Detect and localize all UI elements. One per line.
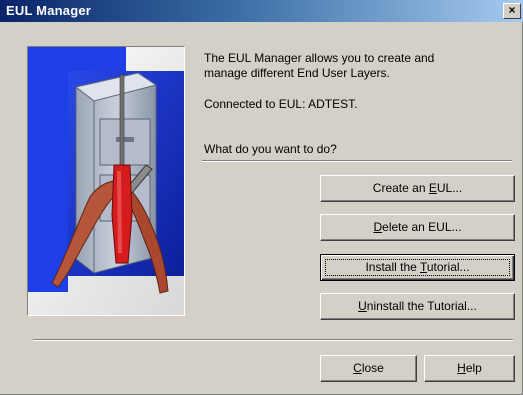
create-eul-label: Create an EUL... xyxy=(372,181,463,195)
close-window-button[interactable]: × xyxy=(503,3,521,19)
window-title: EUL Manager xyxy=(6,3,92,18)
uninstall-tutorial-label: Uninstall the Tutorial... xyxy=(358,299,477,313)
close-button[interactable]: Close xyxy=(320,355,417,382)
create-eul-button[interactable]: Create an EUL... xyxy=(320,175,515,202)
eul-illustration xyxy=(27,46,185,316)
install-tutorial-button[interactable]: Install the Tutorial... xyxy=(320,254,515,281)
close-icon: × xyxy=(508,3,516,17)
delete-eul-button[interactable]: Delete an EUL... xyxy=(320,214,515,241)
close-button-label: Close xyxy=(353,361,384,375)
delete-eul-label: Delete an EUL... xyxy=(373,220,462,234)
description-line-2: manage different End User Layers. xyxy=(204,66,390,80)
focus-indicator xyxy=(325,259,510,276)
footer-separator xyxy=(33,339,513,341)
description-line-1: The EUL Manager allows you to create and xyxy=(204,51,435,65)
filing-cabinet-tools-icon xyxy=(28,47,184,315)
title-bar: EUL Manager × xyxy=(0,0,523,22)
header-separator xyxy=(202,160,512,162)
eul-manager-dialog: EUL Manager × The EUL Manager allows you… xyxy=(0,0,523,395)
prompt-label: What do you want to do? xyxy=(204,142,337,156)
help-button[interactable]: Help xyxy=(424,355,515,382)
connected-eul-label: Connected to EUL: ADTEST. xyxy=(204,97,358,111)
help-button-label: Help xyxy=(457,361,482,375)
uninstall-tutorial-button[interactable]: Uninstall the Tutorial... xyxy=(320,293,515,320)
